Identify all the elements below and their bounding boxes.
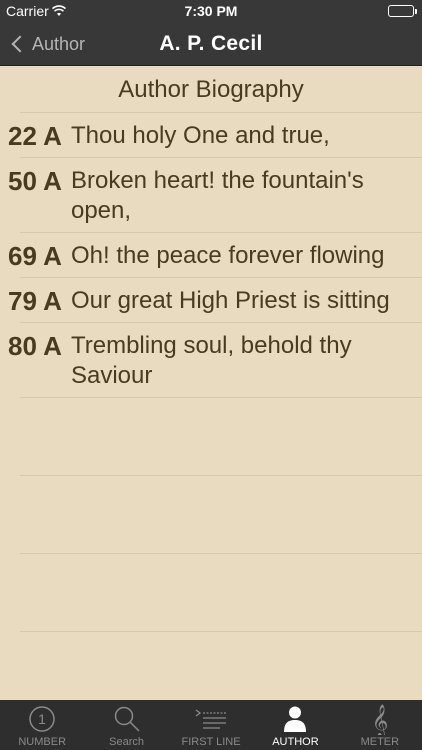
- tab-label: AUTHOR: [272, 736, 319, 748]
- first-line-icon: [194, 702, 228, 736]
- tab-author[interactable]: AUTHOR: [253, 700, 337, 750]
- treble-clef-icon: 𝄞: [370, 702, 390, 736]
- hymn-first-line: Oh! the peace forever flowing: [70, 242, 385, 269]
- tab-bar: 1 NUMBER Search FIRST LINE AUTHOR 𝄞 METE…: [0, 700, 422, 750]
- tab-label: FIRST LINE: [181, 736, 241, 748]
- hymn-first-line: Thou holy One and true,: [70, 122, 330, 149]
- svg-text:1: 1: [38, 711, 46, 727]
- clock: 7:30 PM: [184, 3, 238, 19]
- search-icon: [113, 702, 141, 736]
- tab-first-line[interactable]: FIRST LINE: [169, 700, 253, 750]
- empty-row: [20, 554, 422, 632]
- hymn-row[interactable]: 50 A Broken heart! the fountain's open,: [8, 158, 422, 233]
- hymn-first-line: Trembling soul, behold thy Saviour: [70, 332, 352, 389]
- tab-number[interactable]: 1 NUMBER: [0, 700, 84, 750]
- navigation-bar: Author A. P. Cecil: [0, 22, 422, 66]
- hymn-row[interactable]: 22 A Thou holy One and true,: [8, 113, 422, 158]
- status-bar: Carrier 7:30 PM: [0, 0, 422, 22]
- svg-text:𝄞: 𝄞: [372, 704, 389, 735]
- hymn-first-line: Broken heart! the fountain's open,: [70, 167, 364, 224]
- hymn-number: 79 A: [8, 286, 62, 316]
- hymn-first-line: Our great High Priest is sitting: [70, 287, 390, 314]
- tab-label: NUMBER: [18, 736, 67, 748]
- author-icon: [283, 702, 307, 736]
- empty-row: [20, 476, 422, 554]
- page-title: A. P. Cecil: [159, 32, 263, 55]
- tab-meter[interactable]: 𝄞 METER: [338, 700, 422, 750]
- empty-row: [20, 398, 422, 476]
- hymn-row[interactable]: 69 A Oh! the peace forever flowing: [8, 233, 422, 278]
- hymn-number: 69 A: [8, 241, 62, 271]
- tab-search[interactable]: Search: [84, 700, 168, 750]
- hymn-list: Author Biography 22 A Thou holy One and …: [0, 67, 422, 700]
- number-icon: 1: [28, 702, 56, 736]
- author-biography-link[interactable]: Author Biography: [20, 67, 422, 113]
- tab-label: Search: [109, 736, 145, 748]
- hymn-number: 80 A: [8, 331, 62, 361]
- battery-icon: [388, 5, 417, 17]
- hymn-row[interactable]: 79 A Our great High Priest is sitting: [8, 278, 422, 323]
- tab-label: METER: [360, 736, 400, 748]
- hymn-row[interactable]: 80 A Trembling soul, behold thy Saviour: [8, 323, 422, 398]
- hymn-number: 50 A: [8, 166, 62, 196]
- hymn-number: 22 A: [8, 121, 62, 151]
